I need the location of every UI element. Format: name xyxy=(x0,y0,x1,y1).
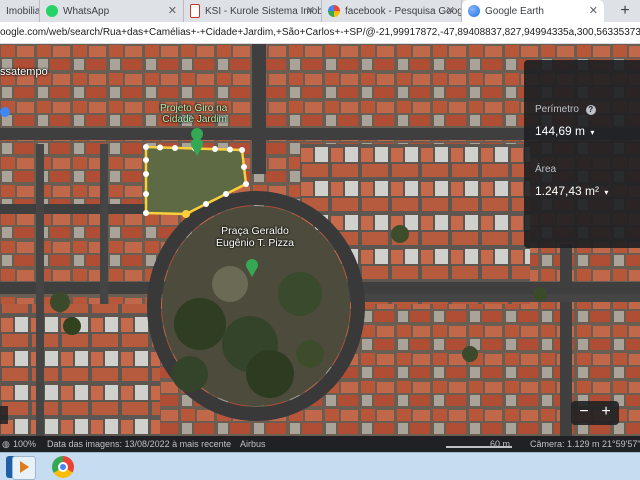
chevron-down-icon: ▾ xyxy=(590,128,595,137)
perimeter-value-text: 144,69 m xyxy=(535,124,586,138)
place-label-passatempo: ssatempo xyxy=(0,66,48,78)
os-taskbar xyxy=(0,452,640,480)
chrome-icon[interactable] xyxy=(52,456,74,478)
camera-altitude: Câmera: 1.129 m xyxy=(530,439,600,449)
google-icon xyxy=(328,5,340,17)
tab-google-earth[interactable]: Google Earth ✕ xyxy=(462,0,604,22)
imagery-date: Data das imagens: 13/08/2022 à mais rece… xyxy=(47,439,232,449)
zoom-in-button[interactable]: + xyxy=(595,403,617,421)
earth-status-bar: ◍ 100% Data das imagens: 13/08/2022 à ma… xyxy=(0,436,640,452)
scale-label: 60 m xyxy=(490,439,511,449)
tab-ksi-label: KSI - Kurole Sistema Imobiliar xyxy=(205,5,322,17)
perimeter-label-text: Perímetro xyxy=(535,104,579,115)
tab-imobiliaria[interactable]: Imobiliar xyxy=(0,0,40,22)
scale-bar xyxy=(446,446,512,448)
tab-ksi[interactable]: KSI - Kurole Sistema Imobiliar ✕ xyxy=(184,0,322,22)
browser-tab-bar: Imobiliar WhatsApp ✕ KSI - Kurole Sistem… xyxy=(0,0,640,22)
area-value[interactable]: 1.247,43 m² ▾ xyxy=(535,184,608,198)
tab-whatsapp-label: WhatsApp xyxy=(63,5,110,17)
help-icon[interactable]: ? xyxy=(585,105,596,115)
new-tab-button[interactable]: + xyxy=(616,2,634,20)
marker-label-projeto-giro-line2: Cidade Jardim xyxy=(162,114,227,125)
close-icon[interactable]: ✕ xyxy=(306,4,315,17)
close-icon[interactable]: ✕ xyxy=(446,4,455,17)
coordinates: 21°59'57" xyxy=(602,439,640,449)
area-value-text: 1.247,43 m² xyxy=(535,184,600,198)
close-icon[interactable]: ✕ xyxy=(589,4,598,17)
tab-google-earth-label: Google Earth xyxy=(485,5,544,17)
perimeter-value[interactable]: 144,69 m ▾ xyxy=(535,124,594,138)
chevron-down-icon: ▾ xyxy=(604,188,609,197)
perimeter-label: Perímetro ? xyxy=(535,104,596,115)
imagery-provider: Airbus xyxy=(240,439,266,449)
zoom-out-button[interactable]: − xyxy=(573,403,595,421)
zoom-control: − + xyxy=(571,401,619,425)
whatsapp-icon xyxy=(46,5,58,17)
area-label: Área xyxy=(535,164,557,175)
close-icon[interactable]: ✕ xyxy=(168,4,177,17)
ksi-icon xyxy=(190,4,200,18)
google-earth-icon xyxy=(468,5,480,17)
marker-label-praca[interactable]: Praça Geraldo Eugênio T. Pizza xyxy=(216,225,294,249)
marker-label-projeto-giro-line1: Projeto Giro na xyxy=(160,103,228,114)
zoom-percent: 100% xyxy=(13,439,37,449)
tab-whatsapp[interactable]: WhatsApp ✕ xyxy=(40,0,184,22)
measure-panel: Perímetro ? 144,69 m ▾ Área 1.247,43 m² … xyxy=(524,60,640,248)
expand-panel-icon[interactable] xyxy=(0,406,8,424)
address-bar[interactable]: oogle.com/web/search/Rua+das+Camélias+-+… xyxy=(0,22,640,44)
tab-facebook-search[interactable]: facebook - Pesquisa Google ✕ xyxy=(322,0,462,22)
marker-label-projeto-giro[interactable]: Projeto Giro na Cidade Jardim xyxy=(160,103,227,125)
satellite-map-view[interactable]: ssatempo Projeto Giro na Cidade Jardim P… xyxy=(0,44,640,436)
marker-label-praca-line2: Eugênio T. Pizza xyxy=(216,237,295,249)
marker-label-praca-line1: Praça Geraldo xyxy=(221,225,289,237)
address-bar-url: oogle.com/web/search/Rua+das+Camélias+-+… xyxy=(0,27,640,38)
tab-facebook-search-label: facebook - Pesquisa Google xyxy=(345,5,462,17)
globe-icon: ◍ xyxy=(2,439,10,449)
tab-imobiliaria-label: Imobiliar xyxy=(6,5,40,17)
media-player-icon[interactable] xyxy=(12,456,36,480)
